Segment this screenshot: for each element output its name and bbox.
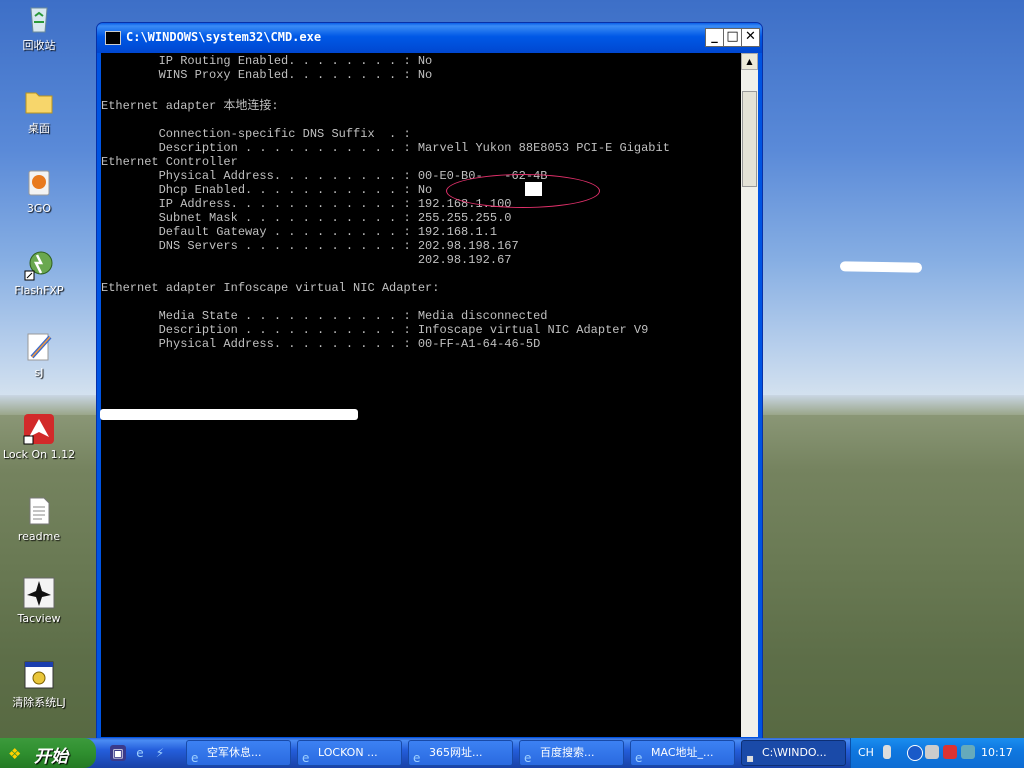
network-icon[interactable] [925, 745, 939, 759]
close-button[interactable]: ✕ [741, 28, 760, 47]
window-titlebar[interactable]: C:\WINDOWS\system32\CMD.exe _ □ ✕ [97, 23, 762, 53]
console-text: IP Routing Enabled. . . . . . . . : No W… [101, 54, 670, 351]
desktop-icon-recycle-bin[interactable]: 回收站 [0, 2, 78, 53]
desktop-icon-clean-batch[interactable]: 清除系统LJ [0, 659, 78, 710]
ie-icon: e [191, 751, 199, 765]
minimize-button[interactable]: _ [705, 28, 724, 47]
taskbar-item-1[interactable]: e 空军休息... [186, 740, 291, 766]
batch-file-icon [23, 659, 55, 691]
desktop-icon-label: sJ [34, 366, 44, 379]
ie-icon: e [413, 751, 421, 765]
desktop-icon-label: 3GO [26, 202, 52, 215]
flashfxp-icon [23, 249, 55, 281]
pen-icon [23, 331, 55, 363]
desktop-icon-3go[interactable]: 3GO [0, 167, 78, 215]
ie-icon: e [635, 751, 643, 765]
lockon-icon [23, 413, 55, 445]
desktop-icon-desktop-folder[interactable]: 桌面 [0, 85, 78, 136]
ie-icon[interactable]: e [132, 745, 148, 761]
taskbar-item-3[interactable]: e 365网址... [408, 740, 513, 766]
window-title: C:\WINDOWS\system32\CMD.exe [126, 30, 322, 44]
desktop-icon-tacview[interactable]: Tacview [0, 577, 78, 625]
language-indicator[interactable]: CH [858, 746, 874, 759]
desktop-icon-label: 桌面 [28, 122, 50, 135]
maximize-button[interactable]: □ [723, 28, 742, 47]
taskbar-item-2[interactable]: e LOCKON ... [297, 740, 402, 766]
folder-icon [23, 85, 55, 117]
security-icon[interactable] [961, 745, 975, 759]
mac-address-redaction [525, 182, 542, 196]
task-label: MAC地址_... [651, 746, 714, 759]
scroll-up-button[interactable]: ▲ [741, 53, 758, 70]
cloud [839, 261, 923, 273]
task-label: 百度搜索... [540, 746, 595, 759]
windows-logo-icon: ❖ [8, 745, 22, 763]
prompt-redaction-scribble [100, 409, 358, 420]
task-label: C:\WINDO... [762, 746, 827, 759]
task-label: 365网址... [429, 746, 483, 759]
desktop-icon-label: Tacview [17, 612, 61, 625]
task-label: LOCKON ... [318, 746, 378, 759]
system-tray: CH 10:17 [850, 738, 1024, 768]
cmd-icon: ▪ [746, 751, 755, 765]
app-3go-icon [23, 167, 55, 199]
desktop-icon-lockon[interactable]: Lock On 1.12 [0, 413, 78, 461]
expand-tray-icon[interactable] [907, 745, 923, 761]
scroll-thumb[interactable] [742, 91, 757, 187]
desktop-icon-label: Lock On 1.12 [2, 448, 76, 461]
desktop-icon-sj[interactable]: sJ [0, 331, 78, 379]
desktop-icon-flashfxp[interactable]: FlashFXP [0, 249, 78, 297]
start-button[interactable]: ❖ 开始 [0, 738, 96, 768]
task-label: 空军休息... [207, 746, 262, 759]
tacview-icon [23, 577, 55, 609]
antivirus-icon[interactable] [943, 745, 957, 759]
desktop-icon-label: readme [17, 530, 61, 543]
desktop-icon-label: FlashFXP [14, 284, 64, 297]
desktop-icon-readme[interactable]: readme [0, 495, 78, 543]
taskbar: ❖ 开始 ▣ e ⚡ e 空军休息... e LOCKON ... e 365网址..… [0, 738, 1024, 768]
recycle-bin-icon [23, 2, 55, 34]
taskbar-item-4[interactable]: e 百度搜索... [519, 740, 624, 766]
console-output[interactable]: IP Routing Enabled. . . . . . . . : No W… [101, 53, 741, 737]
taskbar-item-5[interactable]: e MAC地址_... [630, 740, 735, 766]
vertical-scrollbar[interactable]: ▲ [741, 53, 758, 737]
cmd-window[interactable]: C:\WINDOWS\system32\CMD.exe _ □ ✕ IP Rou… [96, 22, 763, 740]
ie-icon: e [302, 751, 310, 765]
desktop-icon-label: 清除系统LJ [12, 696, 66, 709]
text-file-icon [23, 495, 55, 527]
start-label: 开始 [34, 747, 68, 767]
media-icon[interactable]: ⚡ [152, 745, 168, 761]
desktop-icon-label: 回收站 [22, 39, 56, 52]
mac-address-highlight-circle [446, 174, 600, 208]
show-desktop-icon[interactable]: ▣ [110, 745, 126, 761]
ie-icon: e [524, 751, 532, 765]
cmd-icon [105, 31, 121, 45]
clock[interactable]: 10:17 [981, 746, 1013, 759]
ime-icon[interactable] [883, 745, 891, 759]
taskbar-item-cmd[interactable]: ▪ C:\WINDO... [741, 740, 846, 766]
